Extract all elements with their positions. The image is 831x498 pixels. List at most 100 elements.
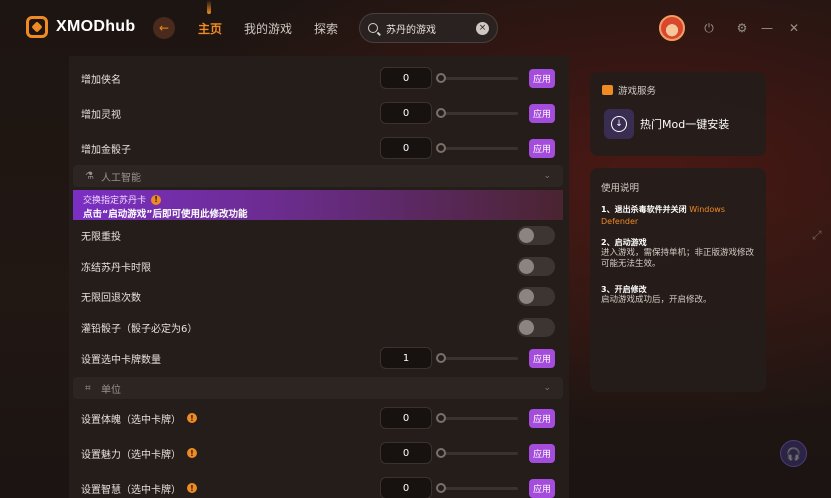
value-slider[interactable] xyxy=(436,412,518,423)
slider-knob[interactable] xyxy=(436,482,446,493)
toggle-knob xyxy=(519,319,534,335)
toggle-switch[interactable] xyxy=(517,286,555,306)
toggle-switch[interactable] xyxy=(517,256,555,276)
logo-text: XMODhub xyxy=(56,18,136,35)
service-icon xyxy=(602,85,613,95)
slider-knob[interactable] xyxy=(436,142,446,153)
toggle-row: 冻结苏丹卡时限 xyxy=(69,251,569,281)
slider-knob[interactable] xyxy=(436,412,446,423)
banner-title: 交换指定苏丹卡 ! xyxy=(83,193,162,206)
step-heading: 1、退出杀毒软件并关闭 xyxy=(601,205,687,214)
minimize-icon[interactable]: — xyxy=(760,21,774,35)
step-body: 启动游戏成功后，开启修改。 xyxy=(601,295,712,305)
toggle-row: 无限回退次数 xyxy=(69,281,569,311)
value-slider[interactable] xyxy=(436,107,518,118)
value-slider[interactable] xyxy=(436,352,518,363)
expand-icon[interactable]: ⤢ xyxy=(812,228,822,243)
apply-button[interactable]: 应用 xyxy=(529,348,555,368)
value-input[interactable]: 0 xyxy=(380,407,432,429)
value-slider[interactable] xyxy=(436,72,518,83)
option-row: 设置体魄（选中卡牌） ! 0 应用 xyxy=(69,403,569,433)
apply-button[interactable]: 应用 xyxy=(529,478,555,498)
option-label: 灌铅骰子（骰子必定为6） xyxy=(81,323,198,335)
mod-install-button[interactable]: ↓ 热门Mod一键安装 xyxy=(604,109,729,139)
main-nav: 主页 我的游戏 探索 xyxy=(198,0,338,37)
guide-step-3: 3、开启修改 启动游戏成功后，开启修改。 xyxy=(601,284,759,306)
option-label: 增加侠名 xyxy=(81,74,121,86)
nav-explore[interactable]: 探索 xyxy=(314,20,338,37)
option-label: 设置选中卡牌数量 xyxy=(81,354,161,366)
option-label: 设置智慧（选中卡牌） ! xyxy=(81,481,197,496)
guide-step-2: 2、启动游戏 进入游戏，需保持单机；非正版游戏修改可能无法生效。 xyxy=(601,237,759,270)
option-row: 设置选中卡牌数量 1 应用 xyxy=(69,343,569,373)
info-icon[interactable]: ! xyxy=(187,483,197,493)
value-slider[interactable] xyxy=(436,142,518,153)
logo[interactable]: XMODhub xyxy=(26,16,135,38)
option-label: 增加灵视 xyxy=(81,109,121,121)
value-input[interactable]: 0 xyxy=(380,477,432,498)
settings-icon[interactable]: ⚙ xyxy=(735,21,749,35)
clear-search-button[interactable]: × xyxy=(476,21,489,35)
toggle-switch[interactable] xyxy=(517,317,555,337)
apply-button[interactable]: 应用 xyxy=(529,408,555,428)
slider-knob[interactable] xyxy=(436,72,446,83)
slider-knob[interactable] xyxy=(436,352,446,363)
unit-icon: ⌗ xyxy=(85,382,91,394)
section-header-unit[interactable]: ⌗ 单位 ⌄ xyxy=(73,377,563,399)
banner-subtitle: 点击“启动游戏”后即可使用此修改功能 xyxy=(83,209,248,220)
section-header-ai[interactable]: ⚗ 人工智能 ⌄ xyxy=(73,165,563,187)
close-icon[interactable]: ✕ xyxy=(787,21,801,35)
toggle-switch[interactable] xyxy=(517,225,555,245)
apply-button[interactable]: 应用 xyxy=(529,443,555,463)
info-icon[interactable]: ! xyxy=(151,194,162,205)
option-label-text: 设置体魄（选中卡牌） xyxy=(81,414,181,426)
value-slider[interactable] xyxy=(436,482,518,493)
apply-button[interactable]: 应用 xyxy=(529,138,555,158)
step-heading: 3、开启修改 xyxy=(601,285,647,294)
cheat-panel: 增加侠名 0 应用 增加灵视 0 应用 增加金骰子 0 应用 ⚗ 人工智能 ⌄ … xyxy=(69,56,569,498)
top-bar: XMODhub ← 主页 我的游戏 探索 × ⏻ ⚙ — ✕ xyxy=(0,0,831,56)
option-row: 增加侠名 0 应用 xyxy=(69,63,569,93)
option-label: 无限回退次数 xyxy=(81,292,141,304)
chevron-down-icon[interactable]: ⌄ xyxy=(543,383,551,393)
search-box[interactable]: × xyxy=(359,13,498,43)
logo-icon xyxy=(26,16,48,38)
step-body: 进入游戏，需保持单机；非正版游戏修改可能无法生效。 xyxy=(601,248,755,269)
chevron-down-icon[interactable]: ⌄ xyxy=(543,171,551,181)
apply-button[interactable]: 应用 xyxy=(529,68,555,88)
slider-knob[interactable] xyxy=(436,447,446,458)
nav-home[interactable]: 主页 xyxy=(198,0,222,37)
apply-button[interactable]: 应用 xyxy=(529,103,555,123)
option-row: 设置智慧（选中卡牌） ! 0 应用 xyxy=(69,473,569,498)
section-title: 单位 xyxy=(101,384,121,396)
mod-install-label: 热门Mod一键安装 xyxy=(640,118,730,131)
section-title: 人工智能 xyxy=(101,172,141,184)
robot-icon: ⚗ xyxy=(85,170,94,182)
step-heading: 2、启动游戏 xyxy=(601,238,647,247)
option-label: 冻结苏丹卡时限 xyxy=(81,262,151,274)
toggle-knob xyxy=(519,288,534,304)
toggle-knob xyxy=(519,258,534,274)
headset-icon[interactable]: 🎧 xyxy=(780,440,807,467)
value-input[interactable]: 1 xyxy=(380,347,432,369)
nav-my-games[interactable]: 我的游戏 xyxy=(244,20,292,37)
search-input[interactable] xyxy=(386,22,471,34)
option-label-text: 设置智慧（选中卡牌） xyxy=(81,484,181,496)
guide-step-1: 1、退出杀毒软件并关闭 Windows Defender xyxy=(601,204,759,228)
slider-knob[interactable] xyxy=(436,107,446,118)
locked-feature-banner[interactable]: 交换指定苏丹卡 ! 点击“启动游戏”后即可使用此修改功能 xyxy=(73,190,563,220)
power-icon[interactable]: ⏻ xyxy=(702,21,716,35)
value-input[interactable]: 0 xyxy=(380,137,432,159)
option-label-text: 设置魅力（选中卡牌） xyxy=(81,449,181,461)
value-slider[interactable] xyxy=(436,447,518,458)
value-input[interactable]: 0 xyxy=(380,442,432,464)
toggle-row: 灌铅骰子（骰子必定为6） xyxy=(69,312,569,342)
info-icon[interactable]: ! xyxy=(187,448,197,458)
value-input[interactable]: 0 xyxy=(380,67,432,89)
toggle-knob xyxy=(519,227,534,243)
avatar[interactable] xyxy=(659,15,685,41)
card-title: 使用说明 xyxy=(601,183,640,194)
info-icon[interactable]: ! xyxy=(187,413,197,423)
back-button[interactable]: ← xyxy=(153,17,175,39)
value-input[interactable]: 0 xyxy=(380,102,432,124)
